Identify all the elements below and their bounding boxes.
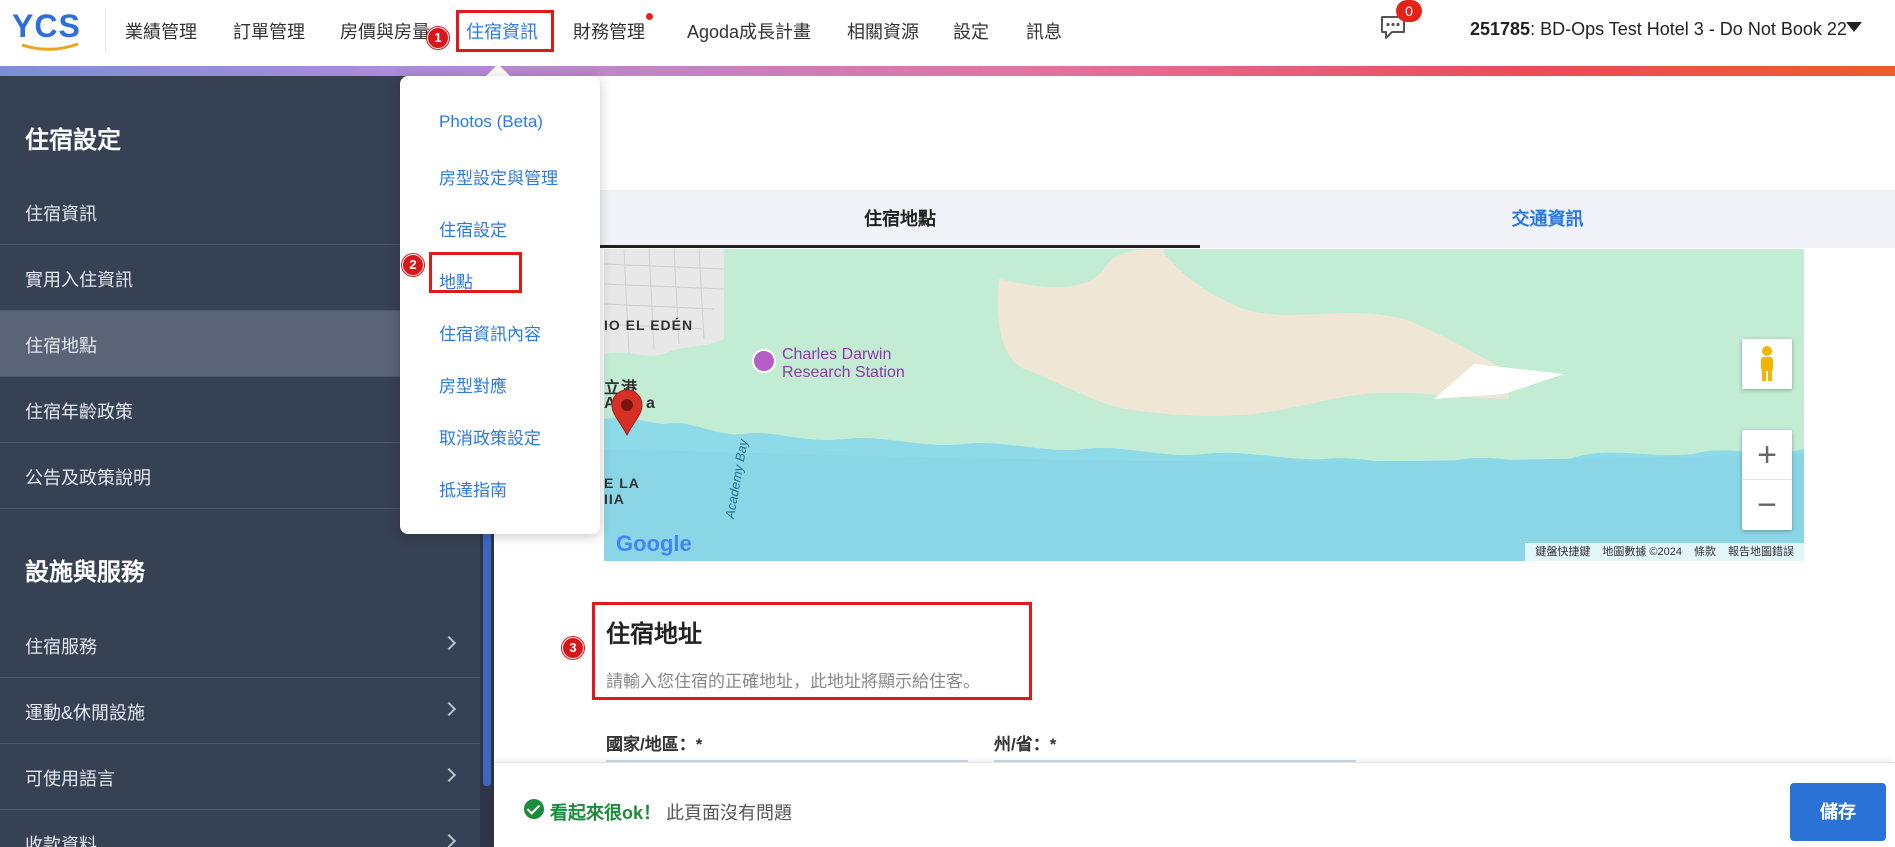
sidebar-item-languages[interactable]: 可使用語言 — [0, 744, 480, 810]
nav-bookings[interactable]: 訂單管理 — [233, 18, 305, 44]
dropdown-arrow — [486, 64, 510, 76]
logo-divider — [105, 8, 106, 52]
footer-bar: 看起來很ok！ 此頁面沒有問題 儲存 — [494, 762, 1895, 847]
logo-swoosh-icon — [21, 42, 79, 51]
sidebar-item-label: 住宿年齡政策 — [25, 402, 133, 422]
sidebar-item-label: 可使用語言 — [25, 769, 115, 789]
report-error-link[interactable]: 報告地圖錯誤 — [1728, 546, 1794, 558]
status-ok-text: 看起來很ok！ — [550, 803, 662, 823]
dropdown-item-property-content[interactable]: 住宿資訊內容 — [439, 320, 541, 345]
sidebar-item-sports-leisure[interactable]: 運動&休閒設施 — [0, 678, 480, 744]
sidebar-item-label: 運動&休閒設施 — [25, 703, 146, 723]
nav-rates-availability[interactable]: 房價與房量 — [340, 18, 430, 44]
location-pin-icon[interactable] — [610, 389, 644, 437]
sidebar-item-label: 住宿服務 — [25, 637, 97, 657]
map-zoom-control: + − — [1742, 430, 1792, 530]
street-view-pegman-icon[interactable] — [1742, 339, 1792, 389]
dropdown-item-room-types[interactable]: 房型設定與管理 — [439, 164, 558, 189]
dropdown-item-photos[interactable]: Photos (Beta) — [439, 112, 543, 132]
sidebar-item-label: 公告及政策說明 — [25, 468, 151, 488]
sidebar-section-property-settings: 住宿設定 — [25, 127, 121, 154]
chevron-right-icon — [441, 635, 457, 651]
map-area-label: IO EL EDÉN — [604, 317, 694, 333]
zoom-in-button[interactable]: + — [1742, 430, 1792, 480]
tab-property-location[interactable]: 住宿地點 — [600, 190, 1200, 248]
logo-text: YCS — [12, 8, 81, 44]
dropdown-item-arrival-guide[interactable]: 抵達指南 — [439, 476, 507, 501]
chevron-right-icon — [441, 701, 457, 717]
map-attribution: 鍵盤快捷鍵 地圖數據 ©2024 條款 報告地圖錯誤 — [1525, 543, 1804, 561]
sidebar-item-label: 住宿地點 — [25, 336, 97, 356]
check-circle-icon — [524, 799, 544, 819]
sidebar-section-facilities: 設施與服務 — [25, 559, 145, 586]
step-marker-2: 2 — [402, 254, 424, 276]
tab-transport-info[interactable]: 交通資訊 — [1200, 190, 1895, 248]
dropdown-item-property-settings[interactable]: 住宿設定 — [439, 216, 507, 241]
chevron-down-icon[interactable] — [1846, 22, 1862, 32]
save-button[interactable]: 儲存 — [1790, 783, 1886, 841]
map-area-label: E LA — [604, 475, 640, 491]
map-data-label: 地圖數據 ©2024 — [1602, 546, 1682, 558]
sidebar-item-payment-info[interactable]: 收款資料 — [0, 810, 480, 847]
highlight-box-3 — [592, 602, 1032, 700]
dropdown-item-room-mapping[interactable]: 房型對應 — [439, 372, 507, 397]
keyboard-shortcuts-link[interactable]: 鍵盤快捷鍵 — [1535, 546, 1590, 558]
nav-resources[interactable]: 相關資源 — [847, 18, 919, 44]
finance-notification-dot — [646, 13, 653, 20]
highlight-box-2 — [429, 252, 522, 293]
property-info-dropdown: Photos (Beta) 房型設定與管理 住宿設定 地點 住宿資訊內容 房型對… — [400, 76, 600, 534]
map-poi-label[interactable]: Charles Darwin Research Station — [782, 346, 922, 382]
sidebar-item-label: 住宿資訊 — [25, 204, 97, 224]
terms-link[interactable]: 條款 — [1694, 546, 1716, 558]
map-area-label: IIA — [604, 491, 625, 507]
country-field-label: 國家/地區：* — [606, 735, 703, 754]
hotel-selector[interactable]: 251785: BD-Ops Test Hotel 3 - Do Not Boo… — [1470, 19, 1847, 40]
nav-performance[interactable]: 業績管理 — [125, 18, 197, 44]
nav-settings[interactable]: 設定 — [953, 18, 989, 44]
chevron-right-icon — [441, 767, 457, 783]
sidebar-item-label: 收款資料 — [25, 835, 97, 847]
zoom-out-button[interactable]: − — [1742, 480, 1792, 530]
nav-finance[interactable]: 財務管理 — [573, 18, 645, 44]
hotel-name: : BD-Ops Test Hotel 3 - Do Not Book 22 — [1530, 19, 1847, 39]
map-terrain — [604, 249, 1804, 561]
sidebar-item-services[interactable]: 住宿服務 — [0, 612, 480, 678]
header-gradient-bar — [0, 66, 1895, 76]
nav-messages[interactable]: 訊息 — [1026, 18, 1062, 44]
hotel-id: 251785 — [1470, 19, 1531, 39]
camera-icon[interactable] — [752, 349, 776, 373]
step-marker-1: 1 — [427, 27, 449, 49]
top-navigation-bar: YCS 業績管理 訂單管理 房價與房量 住宿資訊 財務管理 Agoda成長計畫 … — [0, 0, 1895, 66]
google-logo: Google — [616, 531, 692, 556]
location-map[interactable]: IO EL EDÉN 立港 A a E LA IIA Charles Darwi… — [604, 249, 1804, 561]
highlight-box-1 — [456, 10, 554, 52]
step-marker-3: 3 — [562, 637, 584, 659]
status-ok-subtext: 此頁面沒有問題 — [666, 803, 792, 823]
map-area-label: a — [646, 395, 656, 412]
sidebar-item-label: 實用入住資訊 — [25, 270, 133, 290]
location-tabs: 住宿地點 交通資訊 — [600, 190, 1895, 248]
nav-agoda-growth[interactable]: Agoda成長計畫 — [687, 18, 811, 44]
ycs-logo[interactable]: YCS — [10, 6, 90, 54]
chevron-right-icon — [441, 833, 457, 847]
message-count-badge: 0 — [1396, 0, 1422, 22]
dropdown-item-cancellation-policy[interactable]: 取消政策設定 — [439, 424, 541, 449]
state-field-label: 州/省：* — [994, 735, 1057, 754]
